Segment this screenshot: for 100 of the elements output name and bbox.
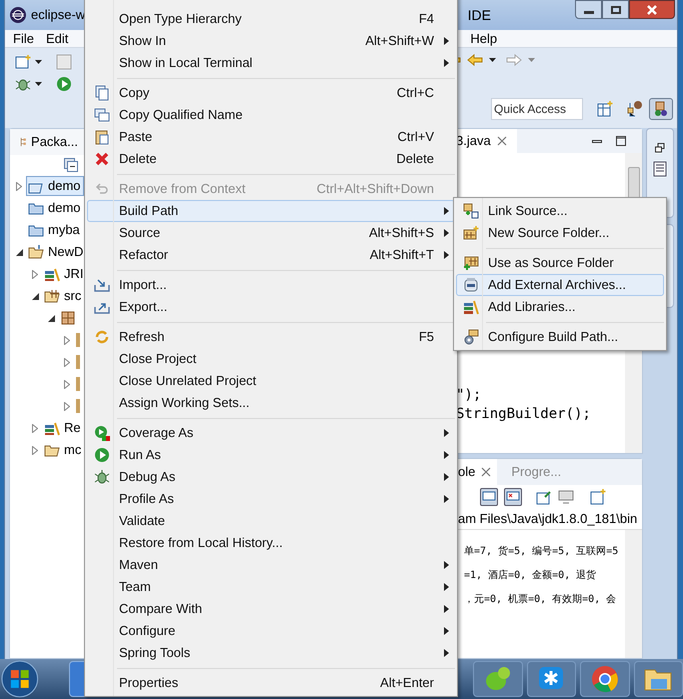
menu-bar-item[interactable]: Edit: [46, 28, 68, 48]
menu-item[interactable]: Paste Ctrl+V: [87, 126, 455, 148]
menu-item[interactable]: Delete Delete: [87, 148, 455, 170]
eclipse-logo-icon: [9, 6, 27, 24]
tree-item[interactable]: demo: [26, 198, 84, 218]
quick-access-field[interactable]: Quick Access: [491, 98, 583, 120]
console-tab[interactable]: ole: [458, 459, 498, 485]
maximize-icon[interactable]: [616, 136, 626, 146]
menu-item[interactable]: Build Path: [87, 200, 455, 222]
tree-item[interactable]: Re: [42, 418, 84, 438]
menu-item[interactable]: Use as Source Folder: [456, 252, 664, 274]
tree-item[interactable]: NewD: [26, 242, 86, 262]
menu-item[interactable]: Refactor Alt+Shift+T: [87, 244, 455, 266]
expanded-twisty-icon[interactable]: [16, 248, 22, 256]
menu-item[interactable]: Show In Alt+Shift+W: [87, 30, 455, 52]
scrollbar[interactable]: [625, 530, 642, 658]
menu-item[interactable]: New Source Folder...: [456, 222, 664, 244]
tree-item[interactable]: JRI: [42, 264, 86, 284]
open-perspective-icon[interactable]: [597, 101, 613, 117]
menu-item[interactable]: Configure Build Path...: [456, 326, 664, 348]
menu-item[interactable]: Open Type Hierarchy F4: [87, 8, 455, 30]
menu-item[interactable]: Add Libraries...: [456, 296, 664, 318]
run-icon: [94, 447, 110, 463]
display-error-console-icon[interactable]: [504, 488, 522, 506]
tree-item[interactable]: src: [42, 286, 84, 306]
package-icon: [60, 310, 76, 326]
menu-item[interactable]: Export...: [87, 296, 455, 318]
java-perspective-button[interactable]: [649, 98, 673, 120]
close-icon[interactable]: [481, 467, 492, 477]
maximize-button[interactable]: [602, 0, 629, 19]
menu-item[interactable]: Copy Ctrl+C: [87, 82, 455, 104]
menu-item[interactable]: Run As: [87, 444, 455, 466]
menu-item[interactable]: Configure: [87, 620, 455, 642]
monitor-icon[interactable]: [558, 489, 574, 505]
menu-item[interactable]: Debug As: [87, 466, 455, 488]
restore-icon[interactable]: [655, 143, 665, 153]
editor-tab[interactable]: 3.java: [456, 129, 517, 153]
collapsed-twisty-icon[interactable]: [64, 336, 70, 344]
menu-item[interactable]: Maven: [87, 554, 455, 576]
menu-item[interactable]: Compare With: [87, 598, 455, 620]
menu-item[interactable]: Source Alt+Shift+S: [87, 222, 455, 244]
new-file-icon[interactable]: [15, 54, 31, 70]
display-console-icon[interactable]: [480, 488, 498, 506]
menu-item[interactable]: Validate: [87, 510, 455, 532]
dropdown-caret-icon[interactable]: [35, 60, 42, 64]
collapsed-twisty-icon[interactable]: [16, 182, 22, 190]
tree-item[interactable]: myba: [26, 220, 83, 240]
collapsed-twisty-icon[interactable]: [64, 380, 70, 388]
tree-item[interactable]: [74, 374, 83, 394]
collapse-all-icon[interactable]: [64, 158, 78, 172]
back-arrow-icon[interactable]: [467, 52, 483, 68]
outline-icon[interactable]: [653, 161, 667, 177]
menu-item[interactable]: Restore from Local History...: [87, 532, 455, 554]
collapsed-twisty-icon[interactable]: [32, 270, 38, 278]
collapsed-twisty-icon[interactable]: [32, 424, 38, 432]
hierarchy-icon[interactable]: [627, 101, 643, 117]
jar-icon: [463, 277, 479, 293]
pin-icon[interactable]: [536, 489, 552, 505]
taskbar-button[interactable]: [526, 661, 576, 697]
code-line: StringBuilder();: [456, 405, 592, 423]
minimize-icon[interactable]: [592, 140, 602, 142]
dropdown-caret-icon[interactable]: [35, 82, 42, 86]
menu-item[interactable]: Copy Qualified Name: [87, 104, 455, 126]
taskbar-button[interactable]: [580, 661, 630, 697]
menu-item[interactable]: Team: [87, 576, 455, 598]
close-icon[interactable]: [496, 136, 507, 146]
tree-item[interactable]: [74, 330, 83, 350]
expanded-twisty-icon[interactable]: [48, 314, 54, 322]
delete-icon: [94, 151, 110, 167]
menu-bar-item[interactable]: Help: [470, 28, 498, 48]
menu-item[interactable]: Properties Alt+Enter: [87, 672, 455, 694]
menu-item[interactable]: Spring Tools: [87, 642, 455, 664]
expanded-twisty-icon[interactable]: [32, 292, 38, 300]
project-icon: [28, 244, 44, 260]
menu-item[interactable]: Add External Archives...: [456, 274, 664, 296]
menu-item[interactable]: Show in Local Terminal: [87, 52, 455, 74]
close-button[interactable]: [629, 0, 675, 19]
collapsed-twisty-icon[interactable]: [64, 402, 70, 410]
menu-item[interactable]: Link Source...: [456, 200, 664, 222]
menu-item[interactable]: Profile As: [87, 488, 455, 510]
tree-item[interactable]: demo: [26, 176, 84, 196]
tree-item[interactable]: [74, 352, 83, 372]
tree-item[interactable]: [74, 396, 83, 416]
menu-item[interactable]: Import...: [87, 274, 455, 296]
dropdown-caret-icon[interactable]: [489, 58, 496, 62]
menu-item[interactable]: Close Project: [87, 348, 455, 370]
menu-item[interactable]: Refresh F5: [87, 326, 455, 348]
menu-item[interactable]: Assign Working Sets...: [87, 392, 455, 414]
menu-item[interactable]: Close Unrelated Project: [87, 370, 455, 392]
minimize-button[interactable]: [575, 0, 602, 19]
taskbar-button[interactable]: [634, 661, 683, 697]
tree-item[interactable]: mc: [42, 440, 84, 460]
menu-bar-item[interactable]: File: [13, 28, 34, 48]
taskbar-button[interactable]: [473, 661, 523, 697]
collapsed-twisty-icon[interactable]: [32, 446, 38, 454]
start-button-icon[interactable]: [1, 660, 39, 698]
new-console-icon[interactable]: [590, 489, 606, 505]
collapsed-twisty-icon[interactable]: [64, 358, 70, 366]
run-icon[interactable]: [56, 76, 72, 92]
menu-item[interactable]: Coverage As: [87, 422, 455, 444]
